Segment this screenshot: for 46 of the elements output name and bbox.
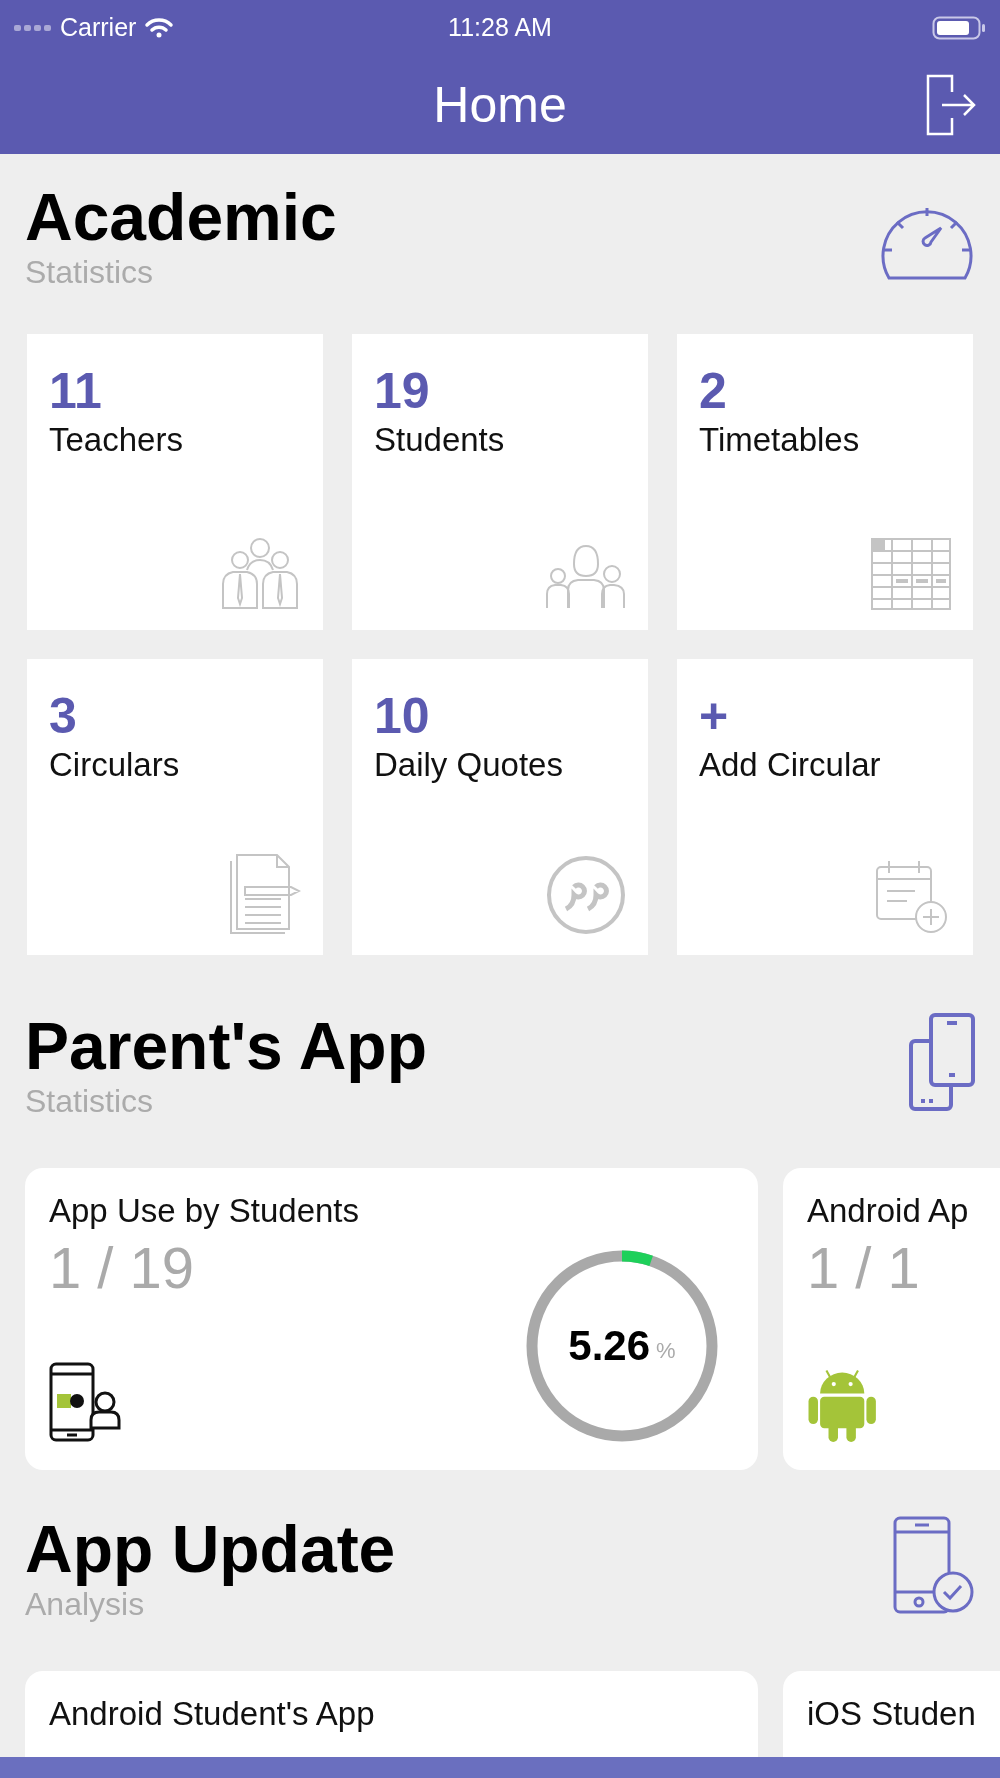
stat-tile[interactable]: 19 Students: [352, 334, 648, 630]
section-subtitle: Statistics: [25, 1083, 155, 1120]
phone-check-icon: [893, 1516, 975, 1616]
stat-value: 10: [374, 689, 430, 744]
stat-label: Daily Quotes: [374, 746, 563, 784]
percent-unit: %: [656, 1338, 676, 1364]
stat-value: 3: [49, 689, 77, 744]
card-title: Android Student's App: [49, 1695, 375, 1733]
update-card[interactable]: Android Student's App: [25, 1671, 758, 1757]
stat-tile[interactable]: 3 Circulars: [27, 659, 323, 955]
page-title: Home: [433, 75, 567, 134]
section-title: Academic: [25, 184, 337, 250]
status-time: 11:28 AM: [448, 13, 552, 42]
card-title: Android Ap: [807, 1192, 969, 1230]
stat-card[interactable]: Android Ap 1 / 1: [783, 1168, 1000, 1470]
stat-card[interactable]: App Use by Students 1 / 19 5.26%: [25, 1168, 758, 1470]
card-title: App Use by Students: [49, 1192, 360, 1230]
card-title: iOS Studen: [807, 1695, 976, 1733]
stat-tile[interactable]: + Add Circular: [677, 659, 973, 955]
stat-value: 19: [374, 364, 430, 419]
table-grid-icon: [871, 538, 951, 610]
stat-label: Teachers: [49, 421, 183, 459]
stat-tile[interactable]: 2 Timetables: [677, 334, 973, 630]
signal-icon: [14, 23, 52, 32]
stat-value: 2: [699, 364, 727, 419]
section-subtitle: Statistics: [25, 254, 155, 291]
stat-value: +: [699, 689, 729, 744]
battery-icon: [932, 15, 986, 40]
stat-label: Add Circular: [699, 746, 881, 784]
percentage-value: 5.26: [568, 1322, 651, 1370]
wifi-icon: [144, 16, 175, 39]
quote-icon: [546, 855, 626, 935]
stat-label: Students: [374, 421, 505, 459]
stat-tile[interactable]: 10 Daily Quotes: [352, 659, 648, 955]
phones-icon: [909, 1013, 975, 1111]
carrier-name: Carrier: [60, 13, 137, 42]
logout-icon[interactable]: [926, 73, 976, 136]
stat-label: Circulars: [49, 746, 180, 784]
usage-fraction: 1 / 19: [49, 1234, 195, 1301]
usage-fraction: 1 / 1: [807, 1234, 920, 1301]
stat-value: 11: [49, 364, 102, 419]
stat-label: Timetables: [699, 421, 860, 459]
update-card[interactable]: iOS Studen: [783, 1671, 1000, 1757]
section-subtitle: Analysis: [25, 1586, 146, 1623]
stat-tile[interactable]: 11 Teachers: [27, 334, 323, 630]
phone-user-icon: [49, 1362, 123, 1442]
